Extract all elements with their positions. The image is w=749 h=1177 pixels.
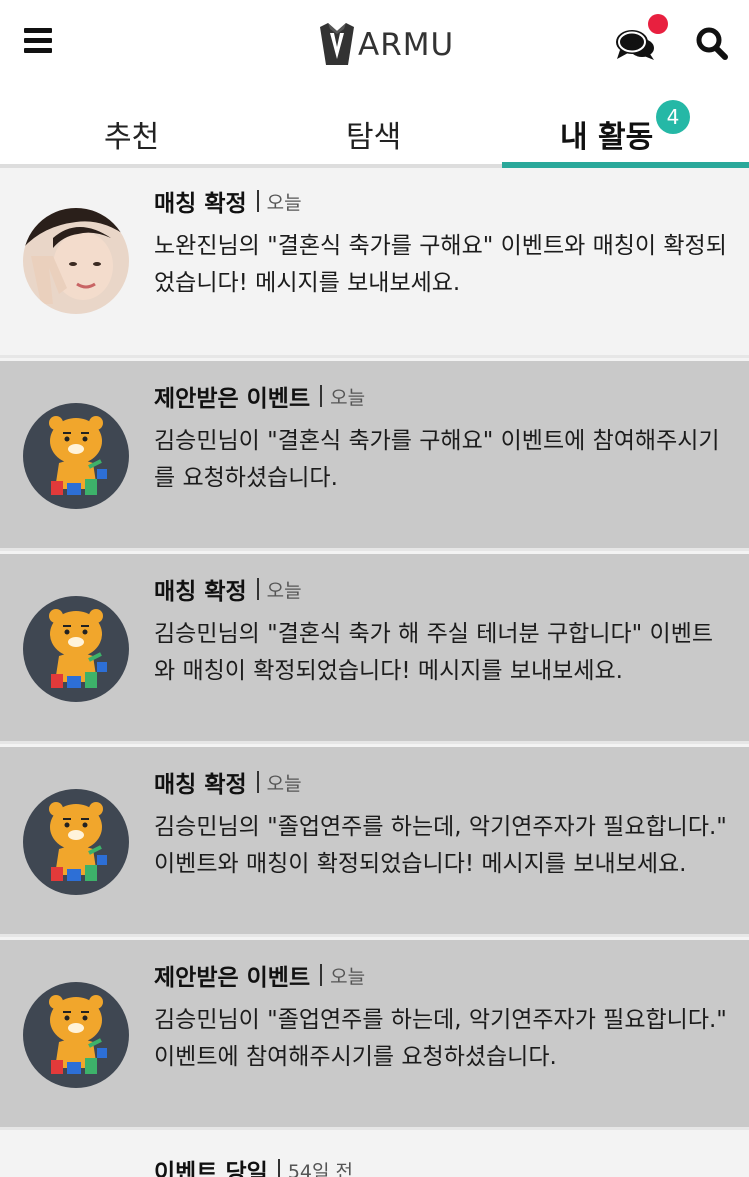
item-time: 오늘 bbox=[330, 965, 366, 988]
activity-count-badge: 4 bbox=[656, 100, 690, 134]
tab-explore[interactable]: 탐색 bbox=[346, 112, 401, 156]
user-photo-avatar bbox=[23, 208, 129, 314]
lion-character-avatar bbox=[23, 596, 129, 702]
tab-bar: 추천 탐색 내 활동 bbox=[0, 90, 749, 168]
item-header: 매칭 확정 오늘 bbox=[154, 572, 302, 606]
avatar bbox=[23, 208, 129, 314]
divider bbox=[320, 385, 323, 407]
item-type: 매칭 확정 bbox=[154, 772, 247, 798]
item-header: 매칭 확정 오늘 bbox=[154, 184, 302, 218]
lion-character-avatar bbox=[23, 982, 129, 1088]
feed-item[interactable]: 매칭 확정 오늘 김승민님의 "졸업연주를 하는데, 악기연주자가 필요합니다.… bbox=[0, 747, 749, 937]
app-header: ARMU bbox=[0, 0, 749, 90]
item-message: 김승민님의 "졸업연주를 하는데, 악기연주자가 필요합니다." 이벤트와 매칭… bbox=[154, 814, 727, 877]
item-time: 오늘 bbox=[330, 386, 366, 409]
divider bbox=[256, 578, 259, 600]
item-header: 이벤트 당일 54일 전 bbox=[154, 1153, 353, 1177]
item-message: 김승민님의 "결혼식 축가 해 주실 테너분 구합니다" 이벤트와 매칭이 확정… bbox=[154, 621, 714, 684]
tab-recommend[interactable]: 추천 bbox=[104, 112, 159, 156]
notification-dot bbox=[648, 14, 668, 34]
item-time: 54일 전 bbox=[287, 1160, 353, 1177]
item-type: 매칭 확정 bbox=[154, 191, 247, 217]
armu-logo-icon bbox=[320, 23, 354, 65]
avatar bbox=[23, 982, 129, 1088]
lion-character-avatar bbox=[23, 789, 129, 895]
divider bbox=[256, 771, 259, 793]
hamburger-menu-icon[interactable] bbox=[24, 28, 52, 54]
item-message: 김승민님이 "결혼식 축가를 구해요" 이벤트에 참여해주시기를 요청하셨습니다… bbox=[154, 428, 720, 491]
item-header: 제안받은 이벤트 오늘 bbox=[154, 958, 365, 992]
lion-character-avatar bbox=[23, 403, 129, 509]
avatar bbox=[23, 403, 129, 509]
item-type: 제안받은 이벤트 bbox=[154, 965, 311, 991]
item-type: 매칭 확정 bbox=[154, 579, 247, 605]
feed-item[interactable]: 제안받은 이벤트 오늘 김승민님이 "졸업연주를 하는데, 악기연주자가 필요합… bbox=[0, 940, 749, 1130]
divider bbox=[320, 964, 323, 986]
avatar bbox=[23, 789, 129, 895]
item-message: 김승민님이 "졸업연주를 하는데, 악기연주자가 필요합니다." 이벤트에 참여… bbox=[154, 1007, 727, 1070]
chat-bubbles-icon[interactable] bbox=[614, 26, 656, 62]
item-time: 오늘 bbox=[266, 191, 302, 214]
item-time: 오늘 bbox=[266, 772, 302, 795]
item-message: 노완진님의 "결혼식 축가를 구해요" 이벤트와 매칭이 확정되었습니다! 메시… bbox=[154, 233, 727, 296]
item-type: 이벤트 당일 bbox=[154, 1160, 268, 1177]
divider bbox=[256, 190, 259, 212]
feed-item[interactable]: 제안받은 이벤트 오늘 김승민님이 "결혼식 축가를 구해요" 이벤트에 참여해… bbox=[0, 361, 749, 551]
avatar bbox=[23, 596, 129, 702]
feed-item[interactable]: 매칭 확정 오늘 김승민님의 "결혼식 축가 해 주실 테너분 구합니다" 이벤… bbox=[0, 554, 749, 744]
divider bbox=[277, 1159, 280, 1177]
search-icon[interactable] bbox=[696, 26, 728, 60]
item-time: 오늘 bbox=[266, 579, 302, 602]
item-header: 제안받은 이벤트 오늘 bbox=[154, 379, 365, 413]
tab-my-activity[interactable]: 내 활동 bbox=[560, 112, 653, 156]
item-header: 매칭 확정 오늘 bbox=[154, 765, 302, 799]
feed-item[interactable]: 매칭 확정 오늘 노완진님의 "결혼식 축가를 구해요" 이벤트와 매칭이 확정… bbox=[0, 168, 749, 358]
armu-logo[interactable]: ARMU bbox=[318, 20, 454, 70]
item-type: 제안받은 이벤트 bbox=[154, 386, 311, 412]
feed-item[interactable]: 이벤트 당일 54일 전 bbox=[0, 1133, 749, 1177]
logo-text: ARMU bbox=[358, 27, 455, 63]
